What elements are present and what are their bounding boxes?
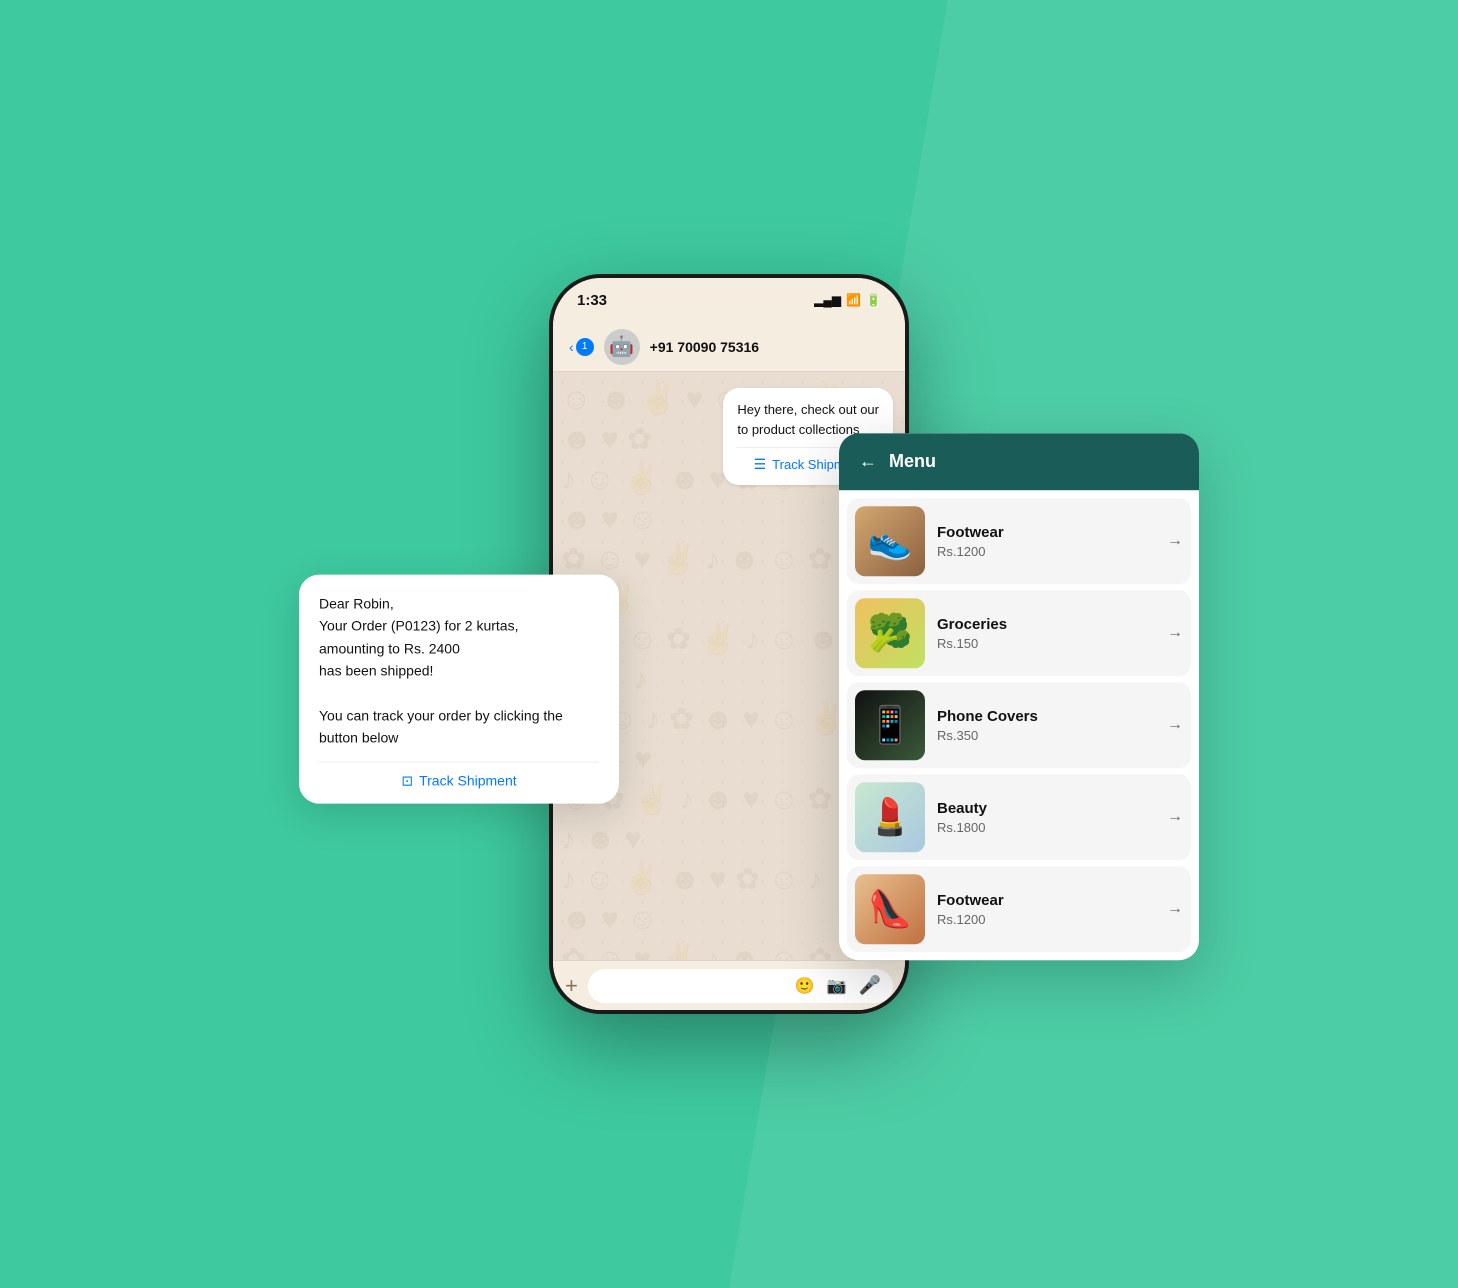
input-bar: + 🙂 📷 🎤 <box>553 960 905 1010</box>
groceries-image: 🥦 <box>855 598 925 668</box>
battery-icon: 🔋 <box>866 293 881 307</box>
status-icons: ▂▄▆ 📶 🔋 <box>814 293 881 307</box>
menu-item-footwear[interactable]: 👟 Footwear Rs.1200 → <box>847 498 1191 584</box>
menu-back-arrow-icon[interactable]: ← <box>859 451 877 472</box>
nav-badge: 1 <box>576 338 594 356</box>
phone-covers-price: Rs.350 <box>937 728 1155 743</box>
plus-icon[interactable]: + <box>565 973 578 999</box>
footwear-name: Footwear <box>937 524 1155 541</box>
groceries-arrow-icon: → <box>1167 624 1183 642</box>
track-text-line1: You can track your order by clicking the <box>319 708 563 724</box>
track-shipment-label-2: Track Shipment <box>419 773 517 789</box>
menu-title: Menu <box>889 451 936 472</box>
menu-item-groceries[interactable]: 🥦 Groceries Rs.150 → <box>847 590 1191 676</box>
wifi-icon: 📶 <box>846 293 861 307</box>
groceries-price: Rs.150 <box>937 636 1155 651</box>
track-text-line2: button below <box>319 730 398 746</box>
phone-covers-name: Phone Covers <box>937 708 1155 725</box>
footwear-image: 👟 <box>855 506 925 576</box>
phone-covers-info: Phone Covers Rs.350 <box>937 708 1155 743</box>
microphone-icon: 🎤 <box>859 975 881 996</box>
footwear-arrow-icon: → <box>1167 532 1183 550</box>
status-time: 1:33 <box>577 292 607 309</box>
nav-bar: ‹ 1 🤖 +91 70090 75316 <box>553 322 905 372</box>
amount-line: amounting to Rs. 2400 <box>319 640 460 656</box>
external-link-icon: ⊡ <box>401 772 413 789</box>
beauty-name: Beauty <box>937 800 1155 817</box>
order-line: Your Order (P0123) for 2 kurtas, <box>319 618 518 634</box>
footwear2-name: Footwear <box>937 892 1155 909</box>
menu-item-beauty[interactable]: 💄 Beauty Rs.1800 → <box>847 774 1191 860</box>
groceries-info: Groceries Rs.150 <box>937 616 1155 651</box>
menu-header: ← Menu <box>839 433 1199 490</box>
footwear-info: Footwear Rs.1200 <box>937 524 1155 559</box>
signal-icon: ▂▄▆ <box>814 293 841 307</box>
nav-phone-number: +91 70090 75316 <box>650 339 759 355</box>
menu-item-phone-covers[interactable]: 📱 Phone Covers Rs.350 → <box>847 682 1191 768</box>
sticker-icon: 🙂 <box>795 976 815 996</box>
beauty-image: 💄 <box>855 782 925 852</box>
track-shipment-link-2[interactable]: ⊡ Track Shipment <box>319 761 599 789</box>
camera-icon: 📷 <box>827 976 847 996</box>
dear-robin-line: Dear Robin, <box>319 596 394 612</box>
status-bar: 1:33 ▂▄▆ 📶 🔋 <box>553 278 905 322</box>
menu-item-footwear2[interactable]: 👠 Footwear Rs.1200 → <box>847 866 1191 952</box>
footwear2-price: Rs.1200 <box>937 912 1155 927</box>
footwear2-arrow-icon: → <box>1167 900 1183 918</box>
menu-card: ← Menu 👟 Footwear Rs.1200 → 🥦 Groceries … <box>839 433 1199 960</box>
list-icon: ☰ <box>754 456 767 473</box>
chevron-left-icon: ‹ <box>569 339 574 355</box>
scene: 1:33 ▂▄▆ 📶 🔋 ‹ 1 🤖 +91 70090 75316 <box>379 194 1079 1094</box>
phone-covers-arrow-icon: → <box>1167 716 1183 734</box>
phone-covers-image: 📱 <box>855 690 925 760</box>
nav-avatar: 🤖 <box>604 329 640 365</box>
floating-bubble-text: Dear Robin, Your Order (P0123) for 2 kur… <box>319 593 599 750</box>
beauty-arrow-icon: → <box>1167 808 1183 826</box>
footwear2-info: Footwear Rs.1200 <box>937 892 1155 927</box>
floating-message-bubble: Dear Robin, Your Order (P0123) for 2 kur… <box>299 575 619 804</box>
menu-items-list: 👟 Footwear Rs.1200 → 🥦 Groceries Rs.150 … <box>839 490 1199 960</box>
beauty-price: Rs.1800 <box>937 820 1155 835</box>
message-input[interactable]: 🙂 📷 🎤 <box>588 969 893 1003</box>
footwear-price: Rs.1200 <box>937 544 1155 559</box>
nav-back-button[interactable]: ‹ 1 <box>569 338 594 356</box>
footwear2-image: 👠 <box>855 874 925 944</box>
shipped-line: has been shipped! <box>319 663 433 679</box>
groceries-name: Groceries <box>937 616 1155 633</box>
beauty-info: Beauty Rs.1800 <box>937 800 1155 835</box>
